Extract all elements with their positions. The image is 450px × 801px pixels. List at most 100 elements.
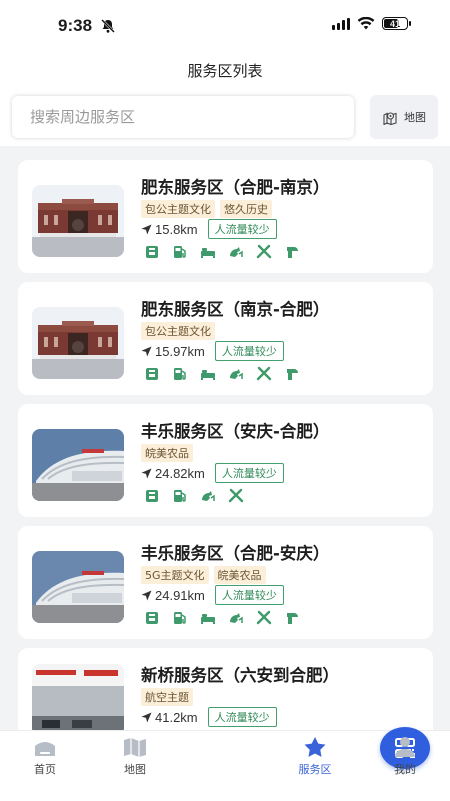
mute-bell-icon bbox=[101, 19, 115, 33]
gas-icon bbox=[172, 488, 188, 504]
facility-icons bbox=[144, 610, 300, 626]
feature-tag: 皖美农品 bbox=[213, 566, 266, 584]
feature-tag: 悠久历史 bbox=[220, 200, 272, 218]
tag-list: 5G主题文化 皖美农品 bbox=[141, 566, 266, 584]
service-area-photo bbox=[32, 664, 124, 730]
battery-level: 41 bbox=[389, 18, 400, 29]
distance: 41.2km bbox=[141, 710, 198, 725]
service-area-name: 丰乐服务区（合肥-安庆） bbox=[141, 544, 330, 563]
bed-icon bbox=[200, 366, 216, 382]
repair-icon bbox=[256, 366, 272, 382]
search-box[interactable] bbox=[12, 96, 354, 138]
repair-icon bbox=[256, 610, 272, 626]
tag-list: 皖美农品 bbox=[141, 444, 193, 462]
tag-list: 包公主题文化 bbox=[141, 322, 215, 340]
tag-list: 航空主题 bbox=[141, 688, 193, 706]
facility-icons bbox=[144, 244, 300, 260]
map-button-label: 地图 bbox=[404, 111, 426, 124]
charging-icon bbox=[228, 610, 244, 626]
tab-service-area[interactable]: 服务区 bbox=[270, 731, 360, 801]
facility-icons bbox=[144, 366, 300, 382]
tab-scan[interactable] bbox=[180, 727, 430, 801]
traffic-badge: 人流量较少 bbox=[214, 585, 284, 605]
status-bar: 9:38 41 bbox=[0, 0, 450, 52]
navigation-arrow-icon bbox=[141, 224, 152, 234]
map-button[interactable]: 地图 bbox=[370, 95, 438, 139]
service-area-name: 肥东服务区（合肥-南京） bbox=[141, 178, 330, 197]
charging-icon bbox=[228, 244, 244, 260]
navigation-arrow-icon bbox=[141, 346, 152, 356]
repair-icon bbox=[228, 488, 244, 504]
store-icon bbox=[144, 366, 160, 382]
service-area-name: 新桥服务区（六安到合肥） bbox=[141, 666, 339, 685]
gas-icon bbox=[172, 244, 188, 260]
charging-icon bbox=[200, 488, 216, 504]
toilet-icon bbox=[284, 610, 300, 626]
feature-tag: 包公主题文化 bbox=[141, 322, 215, 340]
feature-tag: 航空主题 bbox=[141, 688, 193, 706]
tab-map[interactable]: 地图 bbox=[90, 731, 180, 801]
tab-label: 我的 bbox=[394, 763, 416, 776]
bed-icon bbox=[200, 610, 216, 626]
distance-value: 41.2km bbox=[155, 709, 198, 725]
distance-value: 15.97km bbox=[155, 343, 205, 359]
traffic-badge: 人流量较少 bbox=[207, 707, 277, 727]
traffic-badge: 人流量较少 bbox=[214, 463, 284, 483]
service-area-photo bbox=[32, 185, 124, 257]
tag-list: 包公主题文化 悠久历史 bbox=[141, 200, 272, 218]
feature-tag: 5G主题文化 bbox=[141, 566, 209, 584]
tab-label: 首页 bbox=[34, 763, 56, 776]
charging-icon bbox=[228, 366, 244, 382]
service-area-list[interactable]: 肥东服务区（合肥-南京） 包公主题文化 悠久历史 15.8km 人流量较少 肥东… bbox=[0, 146, 450, 730]
user-icon bbox=[395, 737, 415, 757]
battery-icon: 41 bbox=[382, 17, 411, 30]
home-icon bbox=[35, 742, 55, 756]
tab-label: 服务区 bbox=[298, 763, 332, 776]
service-area-card[interactable]: 肥东服务区（合肥-南京） 包公主题文化 悠久历史 15.8km 人流量较少 bbox=[18, 160, 433, 273]
repair-icon bbox=[256, 244, 272, 260]
gas-icon bbox=[172, 610, 188, 626]
store-icon bbox=[144, 610, 160, 626]
store-icon bbox=[144, 488, 160, 504]
status-time: 9:38 bbox=[58, 16, 93, 35]
navigation-arrow-icon bbox=[141, 590, 152, 600]
tab-label: 地图 bbox=[124, 763, 146, 776]
bottom-tab-bar: 首页 地图 服务区 我的 bbox=[0, 727, 450, 801]
search-input[interactable] bbox=[28, 107, 332, 127]
star-icon bbox=[304, 737, 326, 757]
service-area-photo bbox=[32, 307, 124, 379]
distance-value: 24.91km bbox=[155, 587, 205, 603]
service-area-photo bbox=[32, 551, 124, 623]
toilet-icon bbox=[284, 244, 300, 260]
distance: 15.97km bbox=[141, 344, 205, 359]
bed-icon bbox=[200, 244, 216, 260]
cellular-signal-icon bbox=[332, 17, 350, 30]
feature-tag: 包公主题文化 bbox=[141, 200, 215, 218]
service-area-card[interactable]: 新桥服务区（六安到合肥） 航空主题 41.2km 人流量较少 bbox=[18, 648, 433, 730]
distance-value: 24.82km bbox=[155, 465, 205, 481]
service-area-card[interactable]: 丰乐服务区（安庆-合肥） 皖美农品 24.82km 人流量较少 bbox=[18, 404, 433, 517]
tab-home[interactable]: 首页 bbox=[0, 731, 90, 801]
gas-icon bbox=[172, 366, 188, 382]
distance: 15.8km bbox=[141, 222, 198, 237]
map-icon bbox=[124, 738, 146, 757]
distance: 24.82km bbox=[141, 466, 205, 481]
tab-mine[interactable]: 我的 bbox=[360, 731, 450, 801]
toilet-icon bbox=[284, 366, 300, 382]
facility-icons bbox=[144, 488, 244, 504]
feature-tag: 皖美农品 bbox=[141, 444, 193, 462]
service-area-photo bbox=[32, 429, 124, 501]
wifi-icon bbox=[357, 17, 375, 30]
navigation-arrow-icon bbox=[141, 468, 152, 478]
page-header: 服务区列表 地图 bbox=[0, 52, 450, 146]
distance-value: 15.8km bbox=[155, 221, 198, 237]
navigation-arrow-icon bbox=[141, 712, 152, 722]
service-area-card[interactable]: 肥东服务区（南京-合肥） 包公主题文化 15.97km 人流量较少 bbox=[18, 282, 433, 395]
map-pin-icon bbox=[383, 111, 397, 125]
traffic-badge: 人流量较少 bbox=[207, 219, 277, 239]
traffic-badge: 人流量较少 bbox=[214, 341, 284, 361]
service-area-name: 肥东服务区（南京-合肥） bbox=[141, 300, 330, 319]
page-title: 服务区列表 bbox=[187, 62, 263, 80]
service-area-card[interactable]: 丰乐服务区（合肥-安庆） 5G主题文化 皖美农品 24.91km 人流量较少 bbox=[18, 526, 433, 639]
store-icon bbox=[144, 244, 160, 260]
